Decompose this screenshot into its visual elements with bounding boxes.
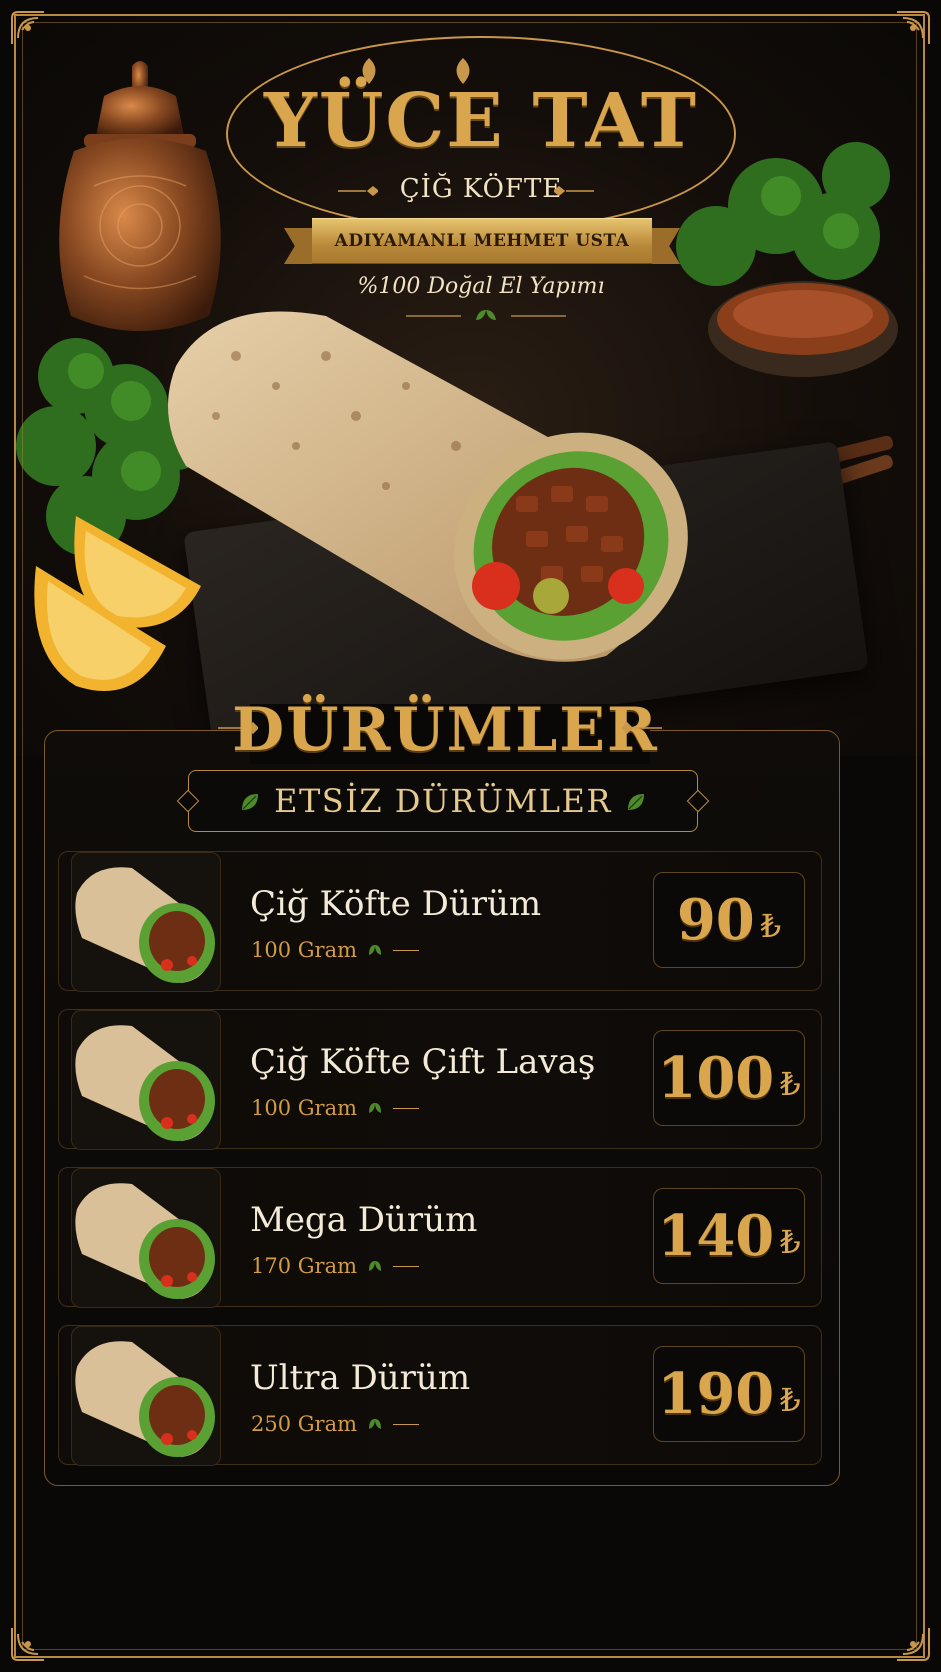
corner-ornament-icon: [8, 8, 48, 48]
corner-ornament-icon: [893, 1624, 933, 1664]
corner-ornament-icon: [8, 1624, 48, 1664]
corner-ornament-icon: [893, 8, 933, 48]
gold-frame: [14, 14, 925, 1658]
